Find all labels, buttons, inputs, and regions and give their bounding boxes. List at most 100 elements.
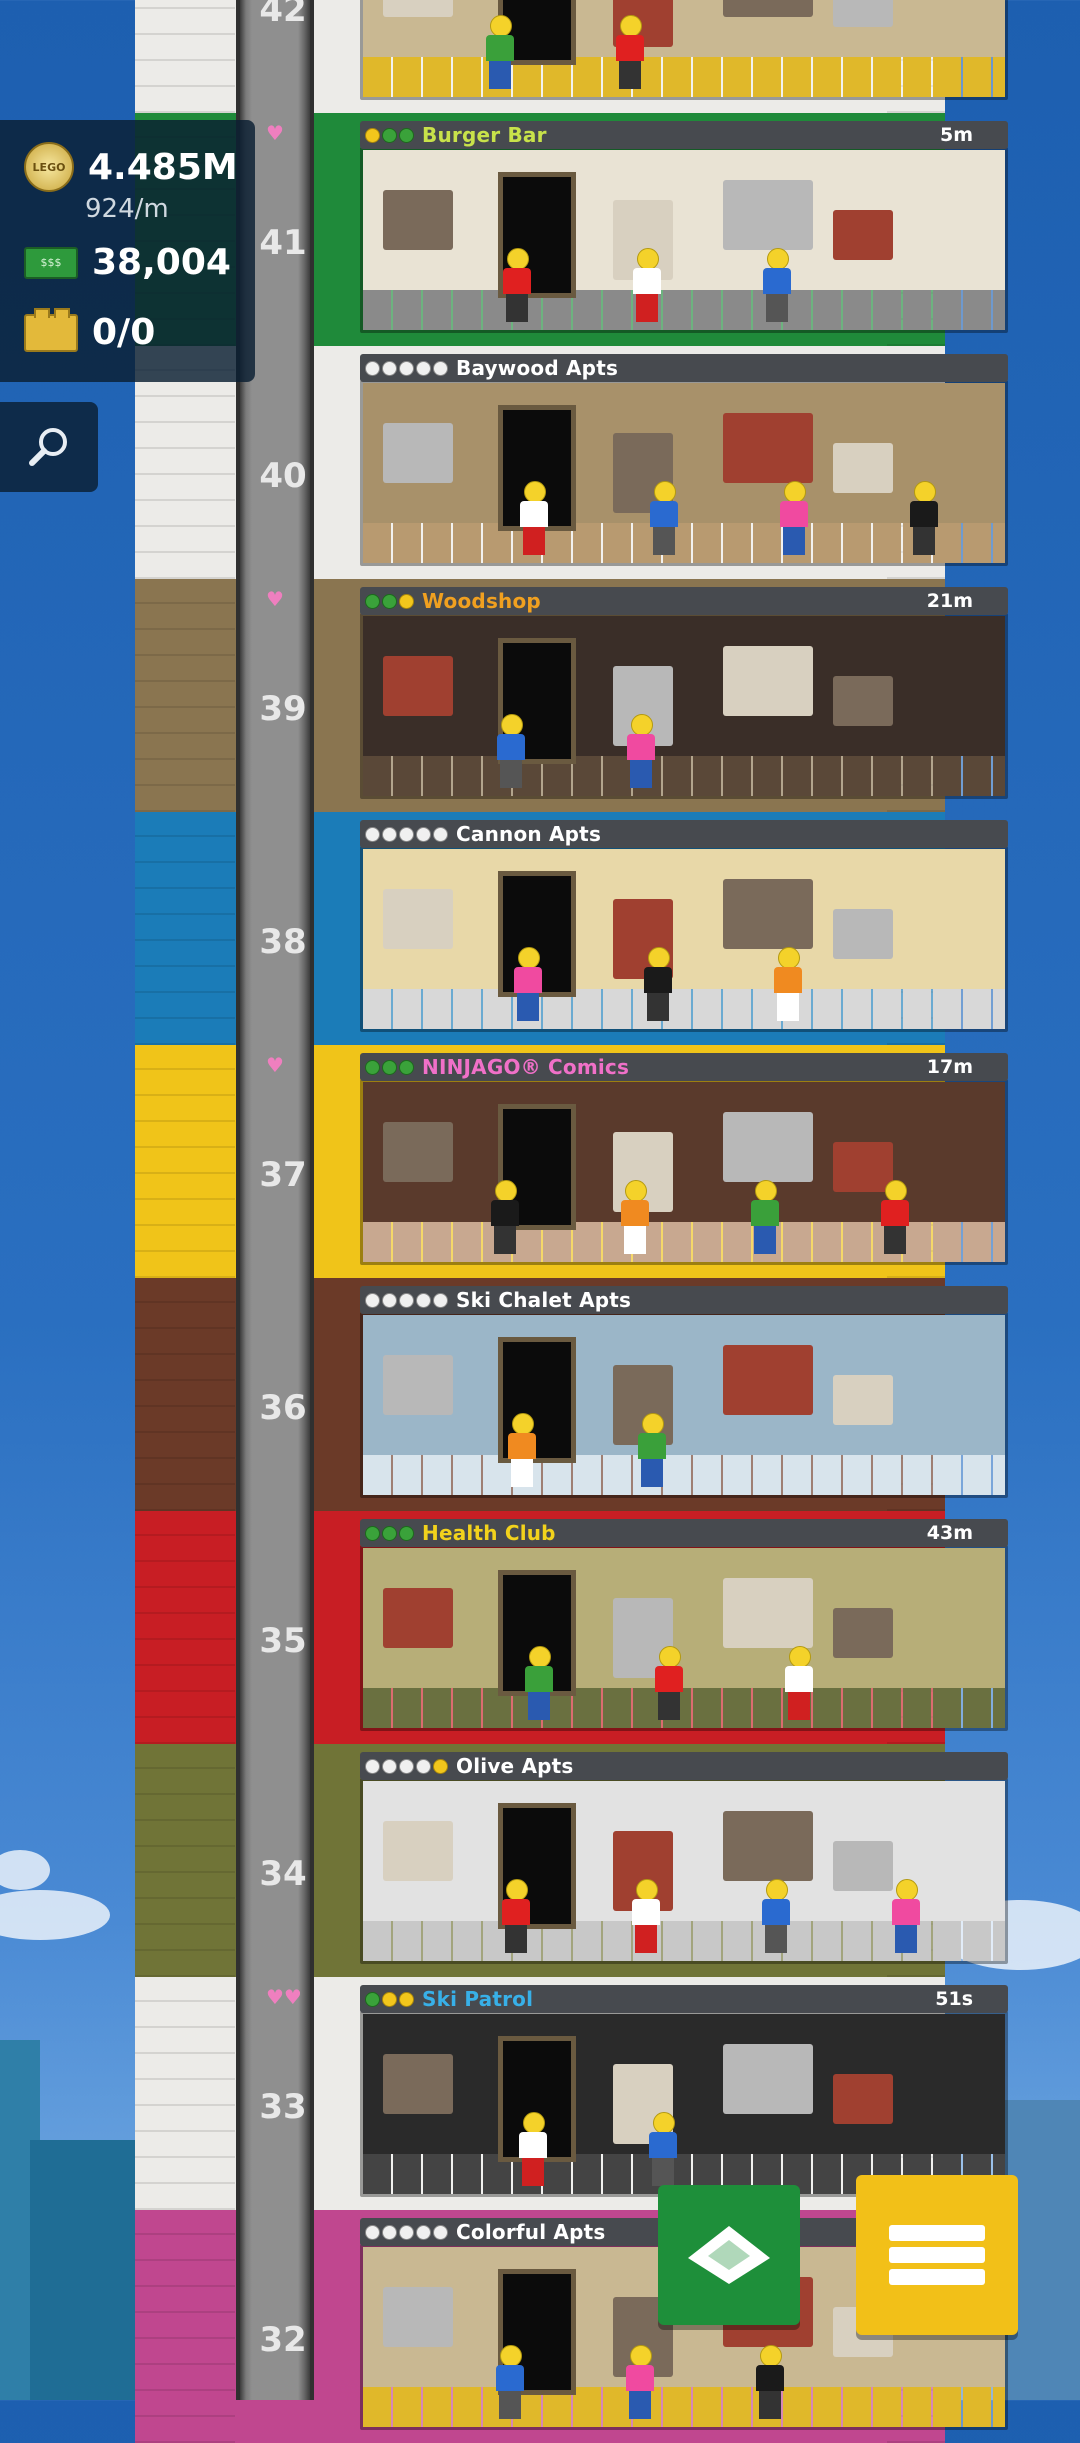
floor-number: 42 xyxy=(259,0,307,30)
floor-number: 38 xyxy=(259,922,307,962)
minifigure[interactable] xyxy=(635,1413,669,1487)
minifigure[interactable] xyxy=(647,481,681,555)
floor-number: 35 xyxy=(259,1621,307,1661)
minifigure[interactable] xyxy=(652,1646,686,1720)
minifigure[interactable] xyxy=(522,1646,556,1720)
room-interior[interactable] xyxy=(360,1312,1008,1498)
floor-stars xyxy=(365,127,414,143)
minifigure[interactable] xyxy=(878,1180,912,1254)
room-interior[interactable] xyxy=(360,1079,1008,1265)
cloud xyxy=(0,1850,50,1890)
minifigure[interactable] xyxy=(753,2345,787,2419)
room-furniture xyxy=(723,879,813,949)
room-wall xyxy=(363,1315,1005,1455)
room-interior[interactable] xyxy=(360,846,1008,1032)
minifigure[interactable] xyxy=(629,1879,663,1953)
minifigure[interactable] xyxy=(516,2112,550,2186)
floor-banner[interactable]: NINJAGO® Comics 17m xyxy=(360,1053,1008,1081)
floor-stars xyxy=(365,360,448,376)
minifigure[interactable] xyxy=(517,481,551,555)
minifigure[interactable] xyxy=(483,15,517,89)
star-dot-icon xyxy=(416,826,431,842)
floor-timer: 43m xyxy=(926,1522,973,1544)
room-interior[interactable] xyxy=(360,1778,1008,1964)
minifigure[interactable] xyxy=(488,1180,522,1254)
minifigure[interactable] xyxy=(889,1879,923,1953)
star-dot-icon xyxy=(365,360,380,376)
tower-pillar xyxy=(135,0,235,113)
minifigure[interactable] xyxy=(771,947,805,1021)
minifigure[interactable] xyxy=(624,714,658,788)
menu-button[interactable] xyxy=(856,2175,1018,2335)
minifigure[interactable] xyxy=(760,248,794,322)
floor-banner[interactable]: Woodshop 21m xyxy=(360,587,1008,615)
elevator-rail xyxy=(310,0,314,2400)
floor-name: Ski Patrol xyxy=(422,1987,534,2011)
floor-number: 39 xyxy=(259,689,307,729)
minifigure[interactable] xyxy=(641,947,675,1021)
room-furniture xyxy=(723,413,813,483)
star-dot-icon xyxy=(382,1758,397,1774)
floor-banner[interactable]: Olive Apts xyxy=(360,1752,1008,1780)
star-dot-icon xyxy=(433,1292,448,1308)
room-interior[interactable] xyxy=(360,2011,1008,2197)
minifigure[interactable] xyxy=(907,481,941,555)
minifigure[interactable] xyxy=(494,714,528,788)
minifigure[interactable] xyxy=(623,2345,657,2419)
floor-timer: 17m xyxy=(926,1056,973,1078)
minifigure[interactable] xyxy=(630,248,664,322)
floor-banner[interactable]: Burger Bar 5m xyxy=(360,121,1008,149)
star-dot-icon xyxy=(433,2224,448,2240)
brick-icon xyxy=(24,307,78,352)
room-furniture xyxy=(383,2054,453,2114)
tower-pillar xyxy=(135,2210,235,2443)
floor-name: Health Club xyxy=(422,1521,556,1545)
star-dot-icon xyxy=(399,1292,414,1308)
floor-banner[interactable]: Health Club 43m xyxy=(360,1519,1008,1547)
minifigure[interactable] xyxy=(777,481,811,555)
minifigure[interactable] xyxy=(511,947,545,1021)
room-floor xyxy=(363,989,1005,1029)
heart-icon: ♥ xyxy=(266,121,284,145)
minifigure[interactable] xyxy=(500,248,534,322)
room-interior[interactable] xyxy=(360,1545,1008,1731)
minifigure[interactable] xyxy=(646,2112,680,2186)
room-wall xyxy=(363,616,1005,756)
minifigure[interactable] xyxy=(499,1879,533,1953)
floor-banner[interactable]: Cannon Apts xyxy=(360,820,1008,848)
minifigure[interactable] xyxy=(748,1180,782,1254)
tower-pillar xyxy=(135,579,235,812)
star-dot-icon xyxy=(382,1292,397,1308)
bux-icon: $$$ xyxy=(24,246,78,279)
minifigure[interactable] xyxy=(493,2345,527,2419)
minifigure[interactable] xyxy=(759,1879,793,1953)
room-furniture xyxy=(833,210,893,260)
star-dot-icon xyxy=(433,826,448,842)
minifigure[interactable] xyxy=(782,1646,816,1720)
floor-name: Woodshop xyxy=(422,589,541,613)
room-interior[interactable] xyxy=(360,380,1008,566)
star-dot-icon xyxy=(399,826,414,842)
room-furniture xyxy=(383,423,453,483)
floor-banner[interactable]: Ski Patrol 51s xyxy=(360,1985,1008,2013)
floor-banner[interactable]: Baywood Apts xyxy=(360,354,1008,382)
bricks-value: 0/0 xyxy=(92,312,156,353)
build-button[interactable] xyxy=(658,2185,800,2325)
city-building xyxy=(30,2140,150,2400)
minifigure[interactable] xyxy=(613,15,647,89)
floor-stars xyxy=(365,826,448,842)
floor-number: 33 xyxy=(259,2087,307,2127)
room-furniture xyxy=(833,1841,893,1891)
minifigure[interactable] xyxy=(618,1180,652,1254)
floor-name: Cannon Apts xyxy=(456,822,602,846)
room-floor xyxy=(363,57,1005,97)
search-button[interactable] xyxy=(0,402,98,492)
tower-pillar xyxy=(135,1045,235,1278)
minifigure[interactable] xyxy=(505,1413,539,1487)
room-interior[interactable] xyxy=(360,0,1008,100)
star-dot-icon xyxy=(399,1525,414,1541)
room-interior[interactable] xyxy=(360,147,1008,333)
room-interior[interactable] xyxy=(360,613,1008,799)
floor-banner[interactable]: Ski Chalet Apts xyxy=(360,1286,1008,1314)
bux-row: $$$ 38,004 xyxy=(24,242,231,283)
